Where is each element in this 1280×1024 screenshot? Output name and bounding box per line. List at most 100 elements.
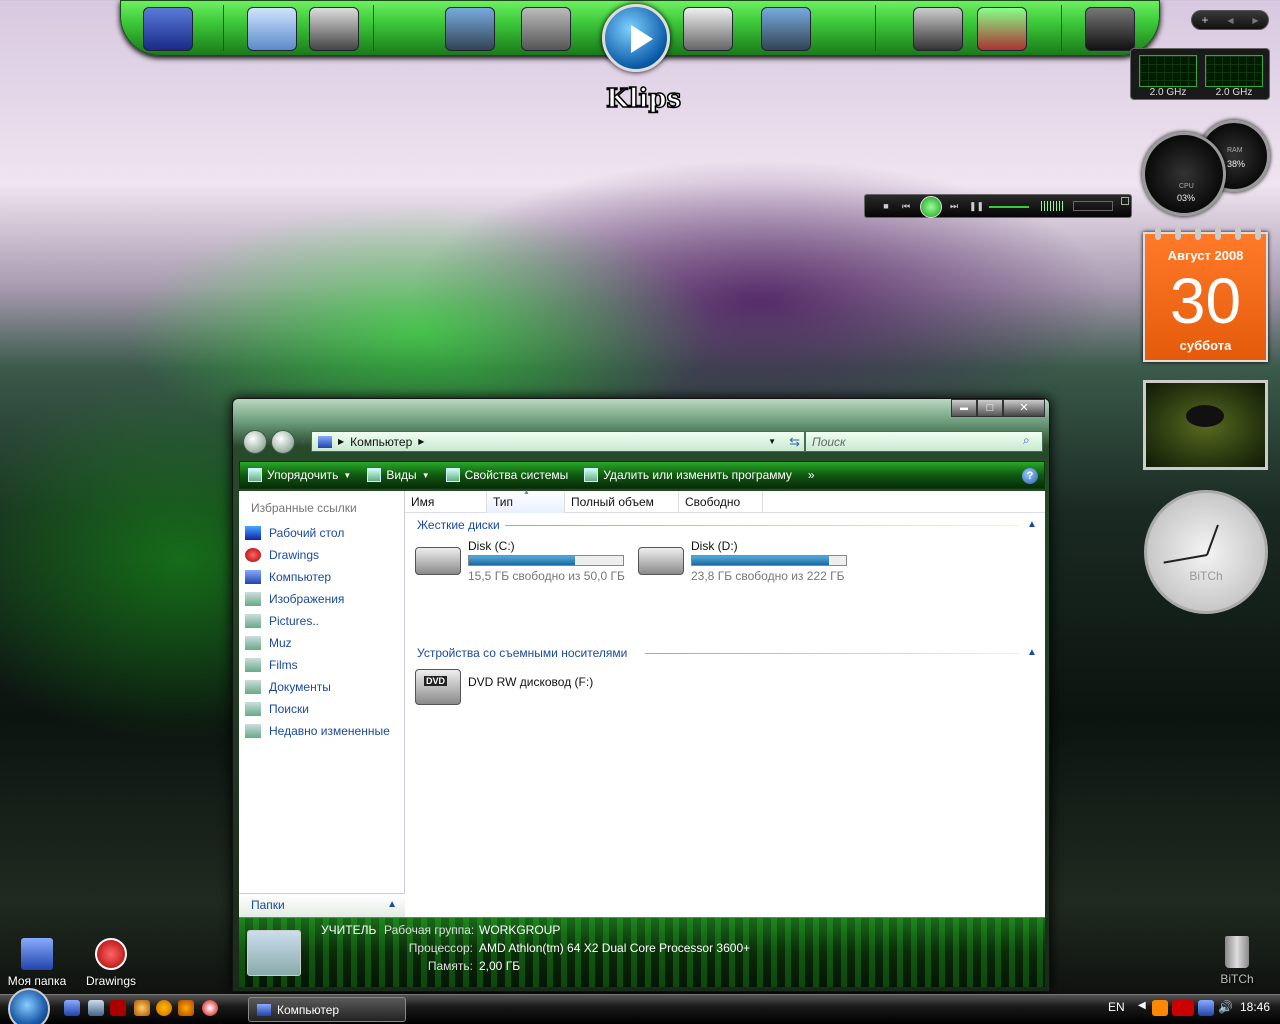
- alienware-icon[interactable]: [1085, 7, 1135, 51]
- calendar-ring: [1175, 228, 1181, 240]
- resource-hacker-icon[interactable]: [110, 1000, 126, 1016]
- group-header-removable[interactable]: Устройства со съемными носителями: [417, 646, 627, 660]
- network-drive-icon[interactable]: [977, 7, 1027, 51]
- calendar-ring: [1195, 228, 1201, 240]
- opera-icon[interactable]: [202, 1000, 218, 1016]
- cpu-gauge[interactable]: CPU 03%: [1142, 132, 1226, 216]
- organize-button[interactable]: Упорядочить ▼: [240, 462, 359, 488]
- sidebar-item-pictures[interactable]: Pictures..: [245, 611, 319, 631]
- next-icon[interactable]: ⏭: [947, 200, 961, 212]
- play-icon[interactable]: [602, 4, 670, 72]
- drive-c[interactable]: Disk (C:) 15,5 ГБ свободно из 50,0 ГБ: [415, 539, 627, 583]
- restore-icon[interactable]: [1121, 197, 1129, 205]
- uninstall-program-button[interactable]: Удалить или изменить программу: [576, 462, 800, 488]
- organize-icon: [248, 468, 262, 482]
- views-button[interactable]: Виды ▼: [359, 462, 437, 488]
- clock-time[interactable]: 18:46: [1240, 1000, 1270, 1014]
- memory-label: Память:: [427, 959, 473, 973]
- clock-gadget[interactable]: BiTCh: [1144, 490, 1268, 614]
- sidebar-item-recent[interactable]: Недавно измененные: [245, 721, 390, 741]
- desktop-icon-label: Drawings: [85, 974, 136, 988]
- media-play-icon[interactable]: [920, 196, 942, 218]
- sidebar-item-desktop[interactable]: Рабочий стол: [245, 523, 344, 543]
- media-player-icon[interactable]: [178, 1000, 194, 1016]
- system-properties-button[interactable]: Свойства системы: [438, 462, 577, 488]
- previous-icon[interactable]: ⏮: [899, 200, 913, 212]
- gear-film-icon[interactable]: [521, 7, 571, 51]
- column-free[interactable]: Свободно: [679, 491, 763, 513]
- cpu-meter-gadget[interactable]: 2.0 GHz 2.0 GHz: [1130, 48, 1270, 100]
- error-icon: [95, 938, 127, 970]
- equalizer-icon[interactable]: [1041, 201, 1063, 211]
- stop-icon[interactable]: ■: [879, 200, 893, 212]
- drive-icon[interactable]: [143, 7, 193, 51]
- switch-windows-icon[interactable]: [88, 1000, 104, 1016]
- dock-separator: [373, 5, 374, 51]
- volume-slider[interactable]: [989, 206, 1029, 208]
- address-dropdown-icon[interactable]: ▼: [768, 437, 776, 446]
- collapse-icon[interactable]: ▲: [1027, 647, 1037, 658]
- breadcrumb-root[interactable]: Компьютер: [350, 435, 412, 449]
- more-commands-button[interactable]: »: [800, 462, 823, 488]
- film-reel-icon[interactable]: [445, 7, 495, 51]
- film-reel-icon[interactable]: [761, 7, 811, 51]
- media-tray-icon[interactable]: [1152, 1000, 1168, 1016]
- help-icon[interactable]: ?: [1022, 468, 1038, 484]
- slideshow-gadget[interactable]: [1143, 380, 1268, 470]
- add-gadget-button[interactable]: +: [1201, 13, 1208, 27]
- next-gadget-button[interactable]: ▶: [1252, 16, 1258, 25]
- refresh-icon[interactable]: ⇆: [789, 434, 800, 450]
- sidebar-item-computer[interactable]: Компьютер: [245, 567, 331, 587]
- calendar-gadget[interactable]: Август 2008 30 суббота: [1143, 228, 1268, 362]
- tray-expand-icon[interactable]: ◀: [1138, 1000, 1146, 1011]
- command-bar: Упорядочить ▼ Виды ▼ Свойства системы Уд…: [239, 461, 1045, 489]
- drive-d[interactable]: Disk (D:) 23,8 ГБ свободно из 222 ГБ: [638, 539, 850, 583]
- folders-toggle[interactable]: Папки ▲: [239, 893, 405, 917]
- prev-gadget-button[interactable]: ◀: [1227, 16, 1233, 25]
- computer-icon[interactable]: [309, 7, 359, 51]
- uninstall-icon: [584, 468, 599, 482]
- drive-f[interactable]: DVD DVD RW дисковод (F:): [415, 665, 627, 707]
- network-tray-icon[interactable]: [1198, 1000, 1214, 1016]
- fox-icon[interactable]: [134, 1000, 150, 1016]
- sidebar-item-documents[interactable]: Документы: [245, 677, 331, 697]
- collapse-icon[interactable]: ▲: [1027, 519, 1037, 530]
- hard-disk-icon[interactable]: [913, 7, 963, 51]
- start-button[interactable]: [8, 988, 50, 1024]
- search-icon[interactable]: ⌕: [1023, 433, 1030, 448]
- computer-icon: [245, 570, 261, 584]
- show-desktop-icon[interactable]: [64, 1000, 80, 1016]
- sidebar-item-images[interactable]: Изображения: [245, 589, 344, 609]
- taskbar-button-computer[interactable]: Компьютер: [248, 997, 406, 1022]
- forward-button[interactable]: [271, 430, 295, 454]
- sidebar-item-muz[interactable]: Muz: [245, 633, 292, 653]
- desktop-icon-my-folder[interactable]: Моя папка: [2, 938, 72, 988]
- column-name[interactable]: Имя: [405, 491, 487, 513]
- windows-drive-icon: [415, 547, 461, 575]
- maximize-button[interactable]: □: [977, 399, 1003, 417]
- language-indicator[interactable]: EN: [1108, 1000, 1125, 1014]
- column-total-size[interactable]: Полный объем: [565, 491, 679, 513]
- search-input[interactable]: Поиск: [805, 431, 1043, 452]
- pause-icon[interactable]: ❚❚: [969, 200, 984, 212]
- jpeg-icon[interactable]: [683, 7, 733, 51]
- network-icon[interactable]: [247, 7, 297, 51]
- desktop-icon-recycle-bin[interactable]: BiTCh: [1202, 936, 1272, 986]
- group-header-hard-disks[interactable]: Жесткие диски: [417, 518, 500, 532]
- sidebar-item-searches[interactable]: Поиски: [245, 699, 309, 719]
- desktop-icon-drawings[interactable]: Drawings: [76, 938, 146, 988]
- close-button[interactable]: ✕: [1003, 399, 1045, 417]
- ati-icon[interactable]: [1172, 1000, 1194, 1016]
- vlc-icon[interactable]: [156, 1000, 172, 1016]
- history-dropdown-icon[interactable]: ▼: [299, 437, 307, 446]
- volume-icon[interactable]: 🔊: [1218, 1000, 1233, 1014]
- address-bar[interactable]: ▶ Компьютер ▶ ▼ ⇆: [311, 431, 805, 452]
- minimize-button[interactable]: ▬: [951, 399, 977, 417]
- back-button[interactable]: [243, 430, 267, 454]
- breadcrumb-chevron[interactable]: ▶: [418, 437, 424, 446]
- sort-arrow-icon: ▲: [523, 489, 530, 496]
- system-properties-icon: [445, 468, 460, 482]
- sidebar-item-films[interactable]: Films: [245, 655, 298, 675]
- sidebar-item-drawings[interactable]: Drawings: [245, 545, 319, 565]
- calendar-ring: [1255, 228, 1261, 240]
